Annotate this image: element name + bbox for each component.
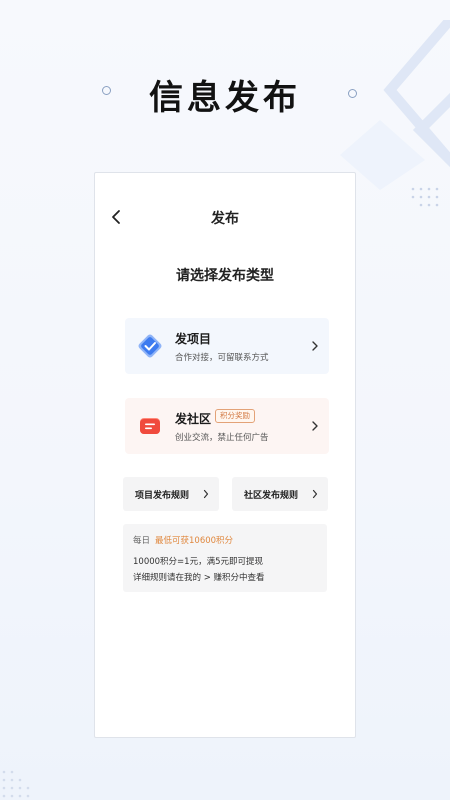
publish-community-card[interactable]: 发社区 积分奖励 创业交流，禁止任何广告 (125, 398, 329, 454)
chevron-right-icon (203, 489, 209, 499)
project-check-icon (138, 334, 162, 358)
chevron-right-icon (312, 421, 318, 431)
chevron-right-icon (312, 341, 318, 351)
points-conversion-text: 10000积分=1元，满5元即可提现 (133, 557, 263, 567)
card-subtitle: 创业交流，禁止任何广告 (175, 433, 269, 443)
points-info-box: 每日 最低可获10600积分 10000积分=1元，满5元即可提现 详细规则请在我… (123, 524, 327, 592)
card-subtitle: 合作对接，可留联系方式 (175, 353, 269, 363)
rule-label: 社区发布规则 (244, 491, 299, 501)
points-reward-badge: 积分奖励 (215, 409, 255, 423)
daily-points-line: 每日 最低可获10600积分 (133, 534, 233, 546)
phone-screen: 发布 请选择发布类型 发项目 合作对接，可留联系方式 发社区 积分奖励 创业交流… (94, 172, 356, 738)
dots-decoration-bottom (2, 770, 30, 798)
community-chat-icon (140, 418, 160, 434)
rule-label: 项目发布规则 (135, 491, 190, 501)
community-rules-button[interactable]: 社区发布规则 (232, 477, 328, 511)
card-title: 发项目 (175, 332, 212, 346)
publish-project-card[interactable]: 发项目 合作对接，可留联系方式 (125, 318, 329, 374)
card-title: 发社区 (175, 412, 212, 426)
project-rules-button[interactable]: 项目发布规则 (123, 477, 219, 511)
daily-prefix: 每日 (133, 536, 151, 546)
nav-bar: 发布 (95, 205, 355, 229)
section-title: 请选择发布类型 (176, 268, 274, 284)
daily-points-highlight: 最低可获10600积分 (155, 536, 234, 546)
page-title: 发布 (211, 211, 239, 227)
dots-decoration (411, 187, 439, 207)
chevron-right-icon (312, 489, 318, 499)
rules-hint-text: 详细规则请在我的 > 赚积分中查看 (133, 573, 265, 583)
hero-title: 信息发布 (149, 78, 301, 118)
